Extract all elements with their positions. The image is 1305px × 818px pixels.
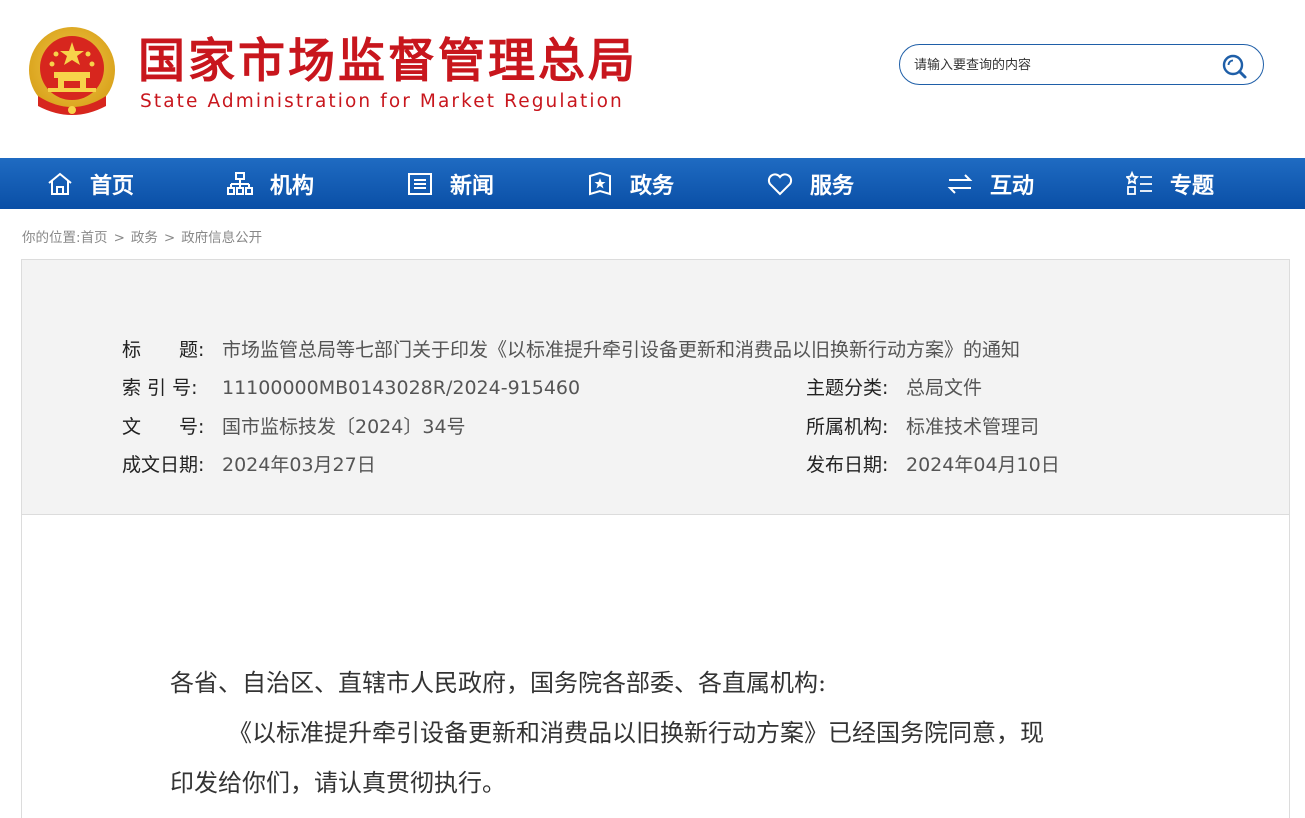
nav-item-interact[interactable]: 互动 (946, 158, 1034, 209)
site-title[interactable]: 国家市场监督管理总局 (138, 34, 638, 90)
nav-label: 首页 (90, 173, 135, 199)
nav-label: 机构 (270, 173, 315, 199)
meta-category-label: 主题分类: (806, 377, 889, 399)
meta-index-label: 索 引 号: (122, 377, 198, 399)
site-subtitle-en[interactable]: State Administration for Market Regulati… (140, 90, 624, 114)
nav-label: 新闻 (450, 173, 495, 199)
search-box (899, 44, 1264, 85)
news-icon (408, 172, 432, 195)
nav-item-topic[interactable]: 专题 (1126, 158, 1214, 209)
document-salutation: 各省、自治区、直辖市人民政府，国务院各部委、各直属机构: (170, 669, 827, 697)
breadcrumb-home[interactable]: 首页 (81, 230, 108, 246)
meta-org-value: 标准技术管理司 (906, 416, 1040, 438)
nav-label: 政务 (630, 173, 675, 199)
document-body: 各省、自治区、直辖市人民政府，国务院各部委、各直属机构: 《以标准提升牵引设备更… (170, 658, 1150, 808)
org-chart-icon (227, 171, 253, 195)
breadcrumb-separator: > (163, 230, 176, 246)
meta-title-label: 标 题: (122, 339, 205, 361)
topic-list-icon (1126, 170, 1152, 195)
national-emblem-icon[interactable] (26, 26, 118, 120)
meta-index-row: 索 引 号: 11100000MB0143028R/2024-915460 (122, 376, 580, 400)
breadcrumb-separator: > (113, 230, 125, 246)
meta-docno-value: 国市监标技发〔2024〕34号 (222, 416, 466, 438)
search-icon[interactable] (1220, 52, 1248, 80)
breadcrumb-prefix: 你的位置: (22, 230, 81, 246)
article-panel: 标 题: 市场监管总局等七部门关于印发《以标准提升牵引设备更新和消费品以旧换新行动… (21, 259, 1290, 818)
nav-item-home[interactable]: 首页 (46, 158, 134, 209)
nav-item-gov[interactable]: 政务 (586, 158, 674, 209)
nav-item-org[interactable]: 机构 (226, 158, 314, 209)
heart-icon (767, 172, 793, 195)
meta-written-row: 成文日期: 2024年03月27日 (122, 453, 376, 477)
search-input[interactable] (914, 53, 1204, 77)
meta-title-row: 标 题: 市场监管总局等七部门关于印发《以标准提升牵引设备更新和消费品以旧换新行动… (122, 338, 1020, 362)
meta-written-label: 成文日期: (122, 454, 205, 476)
meta-org-label: 所属机构: (806, 416, 889, 438)
document-meta: 标 题: 市场监管总局等七部门关于印发《以标准提升牵引设备更新和消费品以旧换新行动… (22, 260, 1289, 515)
breadcrumb-gov[interactable]: 政务 (131, 230, 158, 246)
meta-index-value: 11100000MB0143028R/2024-915460 (222, 377, 581, 399)
document-paragraph-line: 印发给你们，请认真贯彻执行。 (170, 769, 506, 797)
home-icon (48, 172, 72, 195)
meta-org-row: 所属机构: 标准技术管理司 (806, 415, 1039, 439)
meta-written-value: 2024年03月27日 (222, 454, 376, 476)
meta-published-label: 发布日期: (806, 454, 889, 476)
government-affairs-icon (589, 171, 611, 195)
meta-category-row: 主题分类: 总局文件 (806, 376, 982, 400)
nav-label: 专题 (1170, 173, 1215, 199)
nav-label: 服务 (810, 173, 855, 199)
document-paragraph-line: 《以标准提升牵引设备更新和消费品以旧换新行动方案》已经国务院同意，现 (228, 719, 1044, 747)
meta-title-value: 市场监管总局等七部门关于印发《以标准提升牵引设备更新和消费品以旧换新行动方案》的… (222, 339, 1021, 361)
breadcrumb: 你的位置:首页 > 政务 > 政府信息公开 (22, 226, 262, 246)
meta-docno-row: 文 号: 国市监标技发〔2024〕34号 (122, 415, 466, 439)
nav-item-news[interactable]: 新闻 (406, 158, 494, 209)
meta-published-value: 2024年04月10日 (906, 454, 1060, 476)
nav-item-service[interactable]: 服务 (766, 158, 854, 209)
nav-label: 互动 (990, 173, 1035, 199)
meta-docno-label: 文 号: (122, 416, 205, 438)
meta-category-value: 总局文件 (906, 377, 983, 399)
site-header: 国家市场监督管理总局 State Administration for Mark… (0, 0, 1305, 158)
exchange-arrows-icon (947, 173, 973, 194)
breadcrumb-info-disclosure[interactable]: 政府信息公开 (181, 230, 262, 246)
meta-published-row: 发布日期: 2024年04月10日 (806, 453, 1060, 477)
main-nav: 首页 机构 新闻 政务 服务 互动 专题 (0, 158, 1305, 209)
